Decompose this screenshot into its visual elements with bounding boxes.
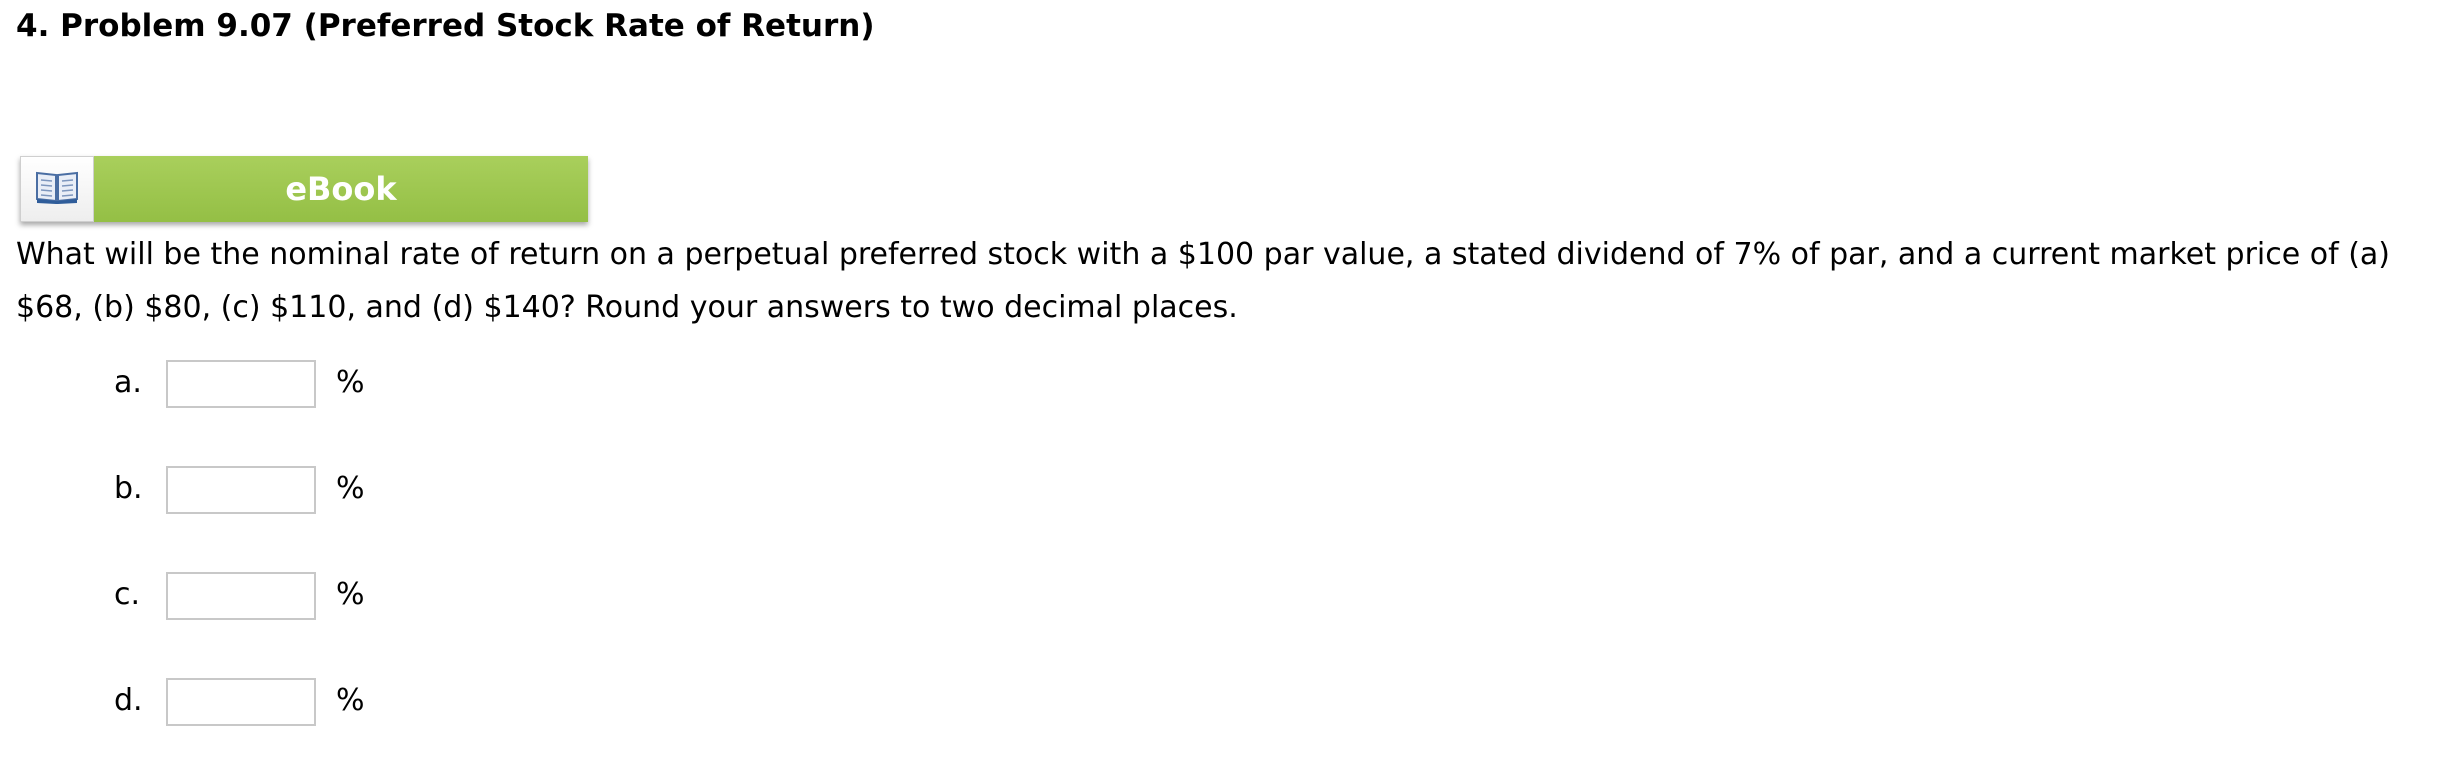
answer-input-c[interactable] xyxy=(166,572,316,620)
answer-label-d: d. xyxy=(114,683,143,718)
percent-unit-b: % xyxy=(336,471,365,506)
answer-label-c: c. xyxy=(114,577,141,612)
answer-input-d[interactable] xyxy=(166,678,316,726)
answer-row-b: b. % xyxy=(0,464,600,514)
ebook-button[interactable]: eBook xyxy=(20,156,588,222)
open-book-icon xyxy=(35,169,79,209)
percent-unit-c: % xyxy=(336,577,365,612)
problem-title: 4. Problem 9.07 (Preferred Stock Rate of… xyxy=(16,8,875,44)
answer-row-d: d. % xyxy=(0,676,600,726)
answer-input-a[interactable] xyxy=(166,360,316,408)
ebook-label: eBook xyxy=(94,156,588,222)
ebook-icon-box xyxy=(20,156,94,222)
question-text: What will be the nominal rate of return … xyxy=(16,237,2390,325)
answer-input-b[interactable] xyxy=(166,466,316,514)
answer-row-c: c. % xyxy=(0,570,600,620)
percent-unit-a: % xyxy=(336,365,365,400)
percent-unit-d: % xyxy=(336,683,365,718)
answer-label-b: b. xyxy=(114,471,143,506)
answer-label-a: a. xyxy=(114,365,142,400)
answer-row-a: a. % xyxy=(0,358,600,408)
